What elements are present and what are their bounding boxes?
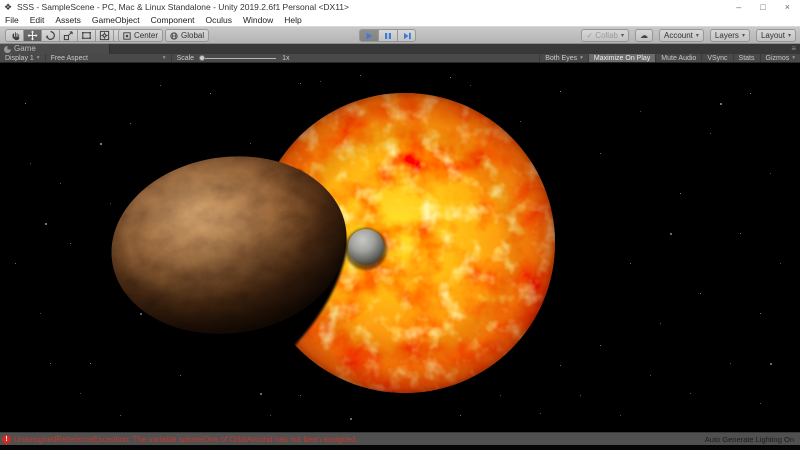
menu-bar: File Edit Assets GameObject Component Oc… <box>0 14 800 27</box>
scale-control: Scale 1x <box>172 54 295 62</box>
pivot-center-button[interactable]: Center <box>118 29 163 42</box>
cloud-icon: ☁ <box>640 32 648 40</box>
rotate-tool-icon <box>45 30 56 41</box>
gizmos-dropdown[interactable]: Gizmos▾ <box>760 54 800 62</box>
chevron-down-icon: ▾ <box>163 55 166 61</box>
game-view-icon <box>4 46 11 53</box>
pause-icon <box>383 31 393 41</box>
gray-sphere <box>345 228 387 270</box>
maximize-on-play-toggle[interactable]: Maximize On Play <box>588 54 655 62</box>
menu-oculus[interactable]: Oculus <box>206 15 232 25</box>
game-view-toolbar: Display 1▾ Free Aspect▾ Scale 1x Both Ey… <box>0 54 800 63</box>
window-title: SSS - SampleScene - PC, Mac & Linux Stan… <box>17 2 736 12</box>
scene-render <box>0 63 800 432</box>
rect-tool-button[interactable] <box>77 29 95 42</box>
chevron-down-icon: ▾ <box>788 32 791 39</box>
tab-game[interactable]: Game <box>0 44 110 54</box>
console-error-message[interactable]: UnassignedReferenceException: The variab… <box>14 435 705 444</box>
title-bar: ❖ SSS - SampleScene - PC, Mac & Linux St… <box>0 0 800 14</box>
layout-dropdown[interactable]: Layout▾ <box>756 29 796 42</box>
collab-check-icon: ✓ <box>586 32 593 40</box>
scale-tool-button[interactable] <box>59 29 77 42</box>
eyes-dropdown[interactable]: Both Eyes▾ <box>539 54 588 62</box>
step-button[interactable] <box>397 29 416 42</box>
main-toolbar: Center Global ✓ Collab▾ ☁ Account▾ Layer… <box>0 27 800 44</box>
maximize-button[interactable]: □ <box>760 0 765 14</box>
play-icon <box>364 31 374 41</box>
lighting-status: Auto Generate Lighting On <box>705 435 794 444</box>
move-tool-icon <box>27 30 38 41</box>
view-tab-bar: Game ≡ <box>0 44 800 54</box>
play-button[interactable] <box>359 29 378 42</box>
close-button[interactable]: × <box>785 0 790 14</box>
chevron-down-icon: ▾ <box>580 55 583 61</box>
vsync-toggle[interactable]: VSync <box>701 54 732 62</box>
scale-slider[interactable] <box>200 58 276 59</box>
globe-icon <box>170 32 178 40</box>
display-dropdown[interactable]: Display 1▾ <box>0 54 46 62</box>
menu-help[interactable]: Help <box>284 15 301 25</box>
status-bar[interactable]: ! UnassignedReferenceException: The vari… <box>0 432 800 445</box>
game-viewport[interactable] <box>0 63 800 432</box>
collab-button[interactable]: ✓ Collab▾ <box>581 29 629 42</box>
scale-tool-icon <box>63 30 74 41</box>
hand-tool-button[interactable] <box>5 29 23 42</box>
pivot-space-group: Center Global <box>118 29 209 42</box>
menu-edit[interactable]: Edit <box>30 15 45 25</box>
menu-gameobject[interactable]: GameObject <box>92 15 140 25</box>
account-dropdown[interactable]: Account▾ <box>659 29 704 42</box>
scale-slider-knob[interactable] <box>199 55 205 61</box>
tab-options-icon[interactable]: ≡ <box>791 44 796 54</box>
rotate-tool-button[interactable] <box>41 29 59 42</box>
pivot-icon <box>123 32 131 40</box>
chevron-down-icon: ▾ <box>696 32 699 39</box>
space-global-button[interactable]: Global <box>165 29 209 42</box>
stats-toggle[interactable]: Stats <box>733 54 760 62</box>
rect-tool-icon <box>81 30 92 41</box>
minimize-button[interactable]: – <box>736 0 741 14</box>
transform-tools-group <box>5 29 131 42</box>
scale-value: 1x <box>282 55 289 62</box>
menu-assets[interactable]: Assets <box>55 15 81 25</box>
step-icon <box>402 31 412 41</box>
move-tool-button[interactable] <box>23 29 41 42</box>
menu-window[interactable]: Window <box>243 15 273 25</box>
play-controls <box>359 29 416 42</box>
unity-editor-window: ❖ SSS - SampleScene - PC, Mac & Linux St… <box>0 0 800 450</box>
transform-tool-icon <box>99 30 110 41</box>
bottom-strip <box>0 445 800 450</box>
error-icon: ! <box>2 435 11 444</box>
chevron-down-icon: ▾ <box>742 32 745 39</box>
toolbar-spacer <box>294 54 539 62</box>
unity-logo-icon: ❖ <box>4 3 13 12</box>
mute-audio-toggle[interactable]: Mute Audio <box>655 54 701 62</box>
hand-tool-icon <box>10 31 20 41</box>
cloud-button[interactable]: ☁ <box>635 29 653 42</box>
transform-tool-button[interactable] <box>95 29 113 42</box>
toolbar-right-group: ✓ Collab▾ ☁ Account▾ Layers▾ Layout▾ <box>581 29 796 42</box>
aspect-dropdown[interactable]: Free Aspect▾ <box>46 54 172 62</box>
chevron-down-icon: ▾ <box>792 55 795 61</box>
layers-dropdown[interactable]: Layers▾ <box>710 29 750 42</box>
pause-button[interactable] <box>378 29 397 42</box>
menu-component[interactable]: Component <box>151 15 195 25</box>
chevron-down-icon: ▾ <box>37 55 40 61</box>
game-view-toggles: Both Eyes▾ Maximize On Play Mute Audio V… <box>539 54 800 62</box>
chevron-down-icon: ▾ <box>621 32 624 39</box>
menu-file[interactable]: File <box>5 15 19 25</box>
